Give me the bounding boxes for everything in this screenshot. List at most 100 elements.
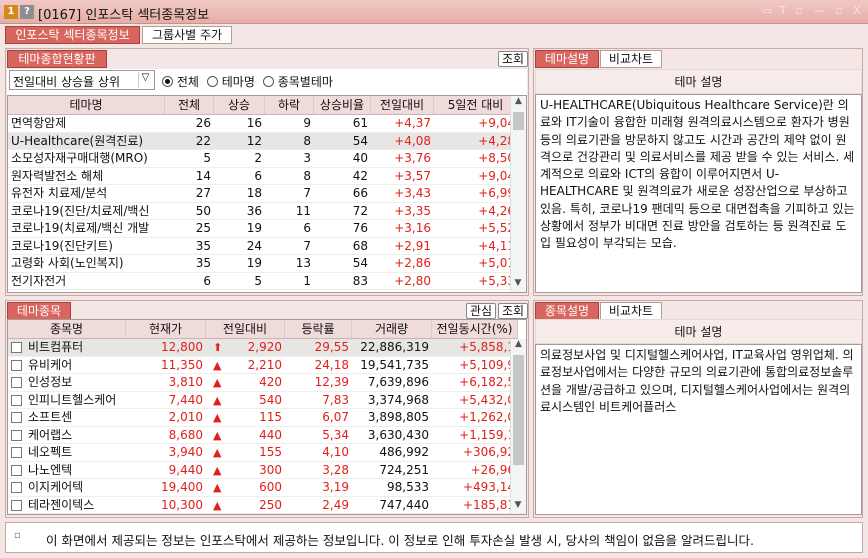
sort-select[interactable]: 전일대비 상승율 상위 ▽ — [9, 70, 155, 90]
col-up[interactable]: 상승 — [214, 96, 265, 114]
col-change[interactable]: 전일대비 — [206, 320, 285, 338]
table-row[interactable]: 테라젠이텍스 10,300 ▲ 250 2,49 747,440 +185,81 — [8, 497, 518, 514]
table-cell: 11 — [295, 203, 311, 218]
table-row[interactable]: 전기자전거 6 5 1 83 +2,80 +5,33 — [8, 273, 518, 290]
table-row[interactable]: 소프트센 2,010 ▲ 115 6,07 3,898,805 +1,262,0 — [8, 409, 518, 427]
volume-cell: 3,898,805 — [367, 410, 429, 424]
table-cell: 1 — [303, 273, 311, 288]
tab-stock-compare-chart[interactable]: 비교차트 — [600, 302, 662, 320]
row-checkbox[interactable] — [11, 342, 22, 353]
table-row[interactable]: 코로나19(진단/치료제/백신 50 36 11 72 +3,35 +4,26 — [8, 203, 518, 220]
scroll-up-icon[interactable]: ▲ — [511, 339, 526, 353]
row-checkbox[interactable] — [11, 394, 22, 406]
table-row[interactable]: 케어랩스 8,680 ▲ 440 5,34 3,630,430 +1,159,1 — [8, 427, 518, 444]
table-cell: 19 — [246, 256, 262, 270]
table-cell: 22 — [195, 133, 211, 148]
col-up-ratio[interactable]: 상승비율 — [314, 96, 371, 114]
help-icon[interactable]: ? — [20, 5, 34, 19]
stock-name: 비트컴퓨터 — [28, 340, 84, 354]
scroll-down-icon[interactable]: ▼ — [511, 278, 525, 292]
restore-icon[interactable]: ▭ — [760, 4, 774, 18]
table-row[interactable]: 유비케어 11,350 ▲ 2,210 24,18 19,541,735 +5,109,9 — [8, 357, 518, 374]
maximize-icon[interactable]: ▫ — [832, 4, 846, 18]
table-cell: +4,08 — [394, 133, 431, 148]
table-cell: 6 — [203, 273, 211, 288]
price-cell: 7,440 — [168, 392, 203, 407]
row-checkbox[interactable] — [11, 412, 22, 423]
table-row[interactable]: U-Healthcare(원격진료) 22 12 8 54 +4,08 +4,28 — [8, 132, 518, 150]
scroll-thumb[interactable] — [513, 355, 524, 465]
stock-description-header: 테마 설명 — [535, 319, 862, 344]
table-row[interactable]: 유전자 치료제/분석 27 18 7 66 +3,43 +6,99 — [8, 185, 518, 203]
table-row[interactable]: 나노엔텍 9,440 ▲ 300 3,28 724,251 +26,96 — [8, 462, 518, 479]
tab-compare-chart[interactable]: 비교차트 — [600, 50, 662, 68]
interest-button[interactable]: 관심 — [466, 303, 496, 319]
table-row[interactable]: 면역항암제 26 16 9 61 +4,37 +9,04 — [8, 115, 518, 133]
up-arrow-icon: ▲ — [213, 428, 222, 442]
minimize-icon[interactable]: — — [812, 4, 826, 18]
volume-cell: 19,541,735 — [360, 357, 429, 372]
chevron-down-icon[interactable]: ▽ — [138, 72, 152, 88]
radio-stock-theme[interactable]: 종목별테마 — [262, 73, 333, 90]
table-row[interactable]: 코로나19(진단키트) 35 24 7 68 +2,91 +4,11 — [8, 238, 518, 255]
scroll-down-icon[interactable]: ▼ — [511, 500, 525, 514]
col-stock-name[interactable]: 종목명 — [8, 320, 126, 338]
tab-theme-description[interactable]: 테마설명 — [535, 50, 599, 68]
table-cell: 5 — [254, 273, 262, 288]
col-5day-change[interactable]: 5일전 대비 — [434, 96, 518, 114]
table-row[interactable]: 인피니트헬스케어 7,440 ▲ 540 7,83 3,374,968 +5,432,0 — [8, 392, 518, 409]
radio-theme-name[interactable]: 테마명 — [206, 73, 255, 90]
col-total[interactable]: 전체 — [165, 96, 214, 114]
scroll-thumb[interactable] — [513, 112, 524, 130]
col-down[interactable]: 하락 — [265, 96, 314, 114]
row-checkbox[interactable] — [11, 377, 22, 388]
table-row[interactable]: 코로나19(치료제/백신 개발 25 19 6 76 +3,16 +5,52 — [8, 220, 518, 238]
up-arrow-icon: ▲ — [213, 376, 222, 389]
price-cell: 11,350 — [161, 357, 203, 372]
stock-query-button[interactable]: 조회 — [498, 303, 528, 319]
col-price[interactable]: 현재가 — [126, 320, 206, 338]
table-row[interactable]: 소모성자재구매대행(MRO) 5 2 3 40 +3,76 +8,50 — [8, 150, 518, 168]
table-cell: +9,04 — [478, 168, 515, 183]
tab-theme-overview[interactable]: 테마종합현황판 — [7, 50, 107, 68]
pin-icon[interactable]: T — [776, 4, 790, 18]
theme-description-text: U-HEALTHCARE(Ubiquitous Healthcare Servi… — [535, 94, 862, 293]
close-icon[interactable]: X — [850, 4, 864, 18]
table-row[interactable]: 네오펙트 3,940 ▲ 155 4,10 486,992 +306,92 — [8, 444, 518, 462]
col-volume[interactable]: 거래량 — [352, 320, 432, 338]
row-checkbox[interactable] — [11, 482, 22, 493]
change-cell: ▲ 440 — [206, 427, 285, 444]
query-button[interactable]: 조회 — [498, 51, 528, 67]
stock-table-body: 비트컴퓨터 12,800 ⬆ 2,920 29,55 22,886,319 +5,858,1… — [8, 339, 518, 514]
stock-scrollbar[interactable]: ▲ ▼ — [510, 339, 526, 514]
col-rate[interactable]: 등락률 — [285, 320, 352, 338]
row-checkbox[interactable] — [11, 359, 22, 371]
tab-sector-stock-info[interactable]: 인포스탁 섹터종목정보 — [5, 26, 140, 44]
tile-icon[interactable]: ▫ — [792, 4, 806, 18]
price-cell: 12,800 — [161, 340, 203, 354]
table-cell: +9,04 — [478, 116, 515, 130]
col-theme-name[interactable]: 테마명 — [8, 96, 165, 114]
table-row[interactable]: 원자력발전소 해체 14 6 8 42 +3,57 +9,04 — [8, 168, 518, 185]
col-prev-same-time[interactable]: 전일동시간(%) — [432, 320, 518, 338]
table-row[interactable]: 인성정보 3,810 ▲ 420 12,39 7,639,896 +6,182,5 — [8, 374, 518, 392]
col-day-change[interactable]: 전일대비 — [371, 96, 434, 114]
table-row[interactable]: 이지케어텍 19,400 ▲ 600 3,19 98,533 +493,14 — [8, 479, 518, 497]
row-checkbox[interactable] — [11, 429, 22, 441]
row-checkbox[interactable] — [11, 447, 22, 458]
tab-theme-stocks[interactable]: 테마종목 — [7, 302, 71, 320]
limit-up-arrow-icon: ⬆ — [213, 341, 223, 354]
table-row[interactable]: 고령화 사회(노인복지) 35 19 13 54 +2,86 +5,01 — [8, 255, 518, 273]
tab-group-prices[interactable]: 그룹사별 주가 — [142, 26, 232, 44]
row-checkbox[interactable] — [11, 499, 22, 511]
change-value: 440 — [259, 427, 282, 442]
table-cell: 27 — [195, 186, 211, 200]
radio-all[interactable]: 전체 — [162, 73, 199, 90]
theme-scrollbar[interactable]: ▲ ▼ — [510, 96, 526, 292]
table-row[interactable]: 비트컴퓨터 12,800 ⬆ 2,920 29,55 22,886,319 +5,858,1 — [8, 339, 518, 357]
volume-cell: 486,992 — [379, 445, 429, 459]
radio-stock-theme-label: 종목별테마 — [277, 75, 333, 89]
scroll-up-icon[interactable]: ▲ — [511, 96, 526, 110]
row-checkbox[interactable] — [11, 464, 22, 476]
tab-stock-description[interactable]: 종목설명 — [535, 302, 599, 320]
